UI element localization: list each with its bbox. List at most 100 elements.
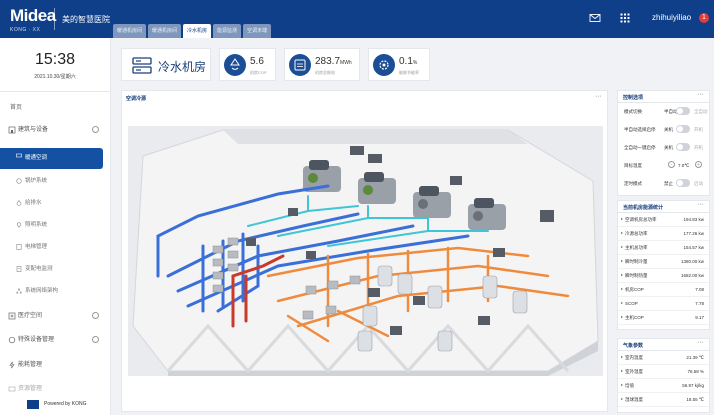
kpi-room-power: 283.7MWh 机房总耗电 [284, 48, 360, 81]
panel-title: 当前机房能源统计 [623, 205, 664, 211]
sidebar-item-boiler[interactable]: 锅炉系统 [0, 173, 111, 189]
timer-mode-row: 定时模式 禁止 启动 [624, 179, 703, 187]
boiler-icon [16, 178, 22, 184]
kpi-room-cop: 5.6 机房COP [219, 48, 276, 81]
clock-date: 2021.10.30/星期六 [34, 74, 76, 80]
energy-icon [9, 361, 15, 369]
decrease-button[interactable]: - [668, 161, 675, 168]
mode-switch-row: 模式切换 半自动 全自动 [624, 107, 708, 115]
sidebar-item-network[interactable]: 系统网络架构 [0, 283, 111, 299]
room-title-card: 冷水机房 [121, 48, 211, 81]
network-icon [16, 288, 22, 294]
control-panel: 控制选项 ··· 模式切换 半自动 全自动 半自动选择启停 关机 开机 全自动一… [617, 90, 710, 196]
panel-title: 控制选项 [623, 95, 644, 101]
kong-logo [27, 400, 39, 409]
weather-row: 焓值 56.97 kj/kg [618, 379, 709, 393]
clock-time: 15:38 [34, 51, 76, 68]
expand-icon[interactable] [92, 336, 99, 343]
more-icon[interactable]: ··· [595, 93, 602, 100]
clock-panel: 15:38 2021.10.30/星期六 [0, 38, 110, 92]
sidebar-item-water[interactable]: 给排水 [0, 195, 111, 211]
nav-home[interactable]: 首页 [10, 102, 22, 111]
sidebar-item-hvac[interactable]: 暖通空调 [0, 148, 103, 169]
brand-logo: Midea KONG · XX [10, 6, 56, 33]
kpi-saving-rate: 0.1% 能耗节能率 [368, 48, 430, 81]
more-icon[interactable]: ··· [697, 339, 704, 346]
mail-icon[interactable] [589, 12, 601, 24]
module-tabs: 暖通机房间 暖通机房间 冷水机房 能源监测 空调末端 [113, 24, 272, 38]
sidebar-item-power[interactable]: 变配电监测 [0, 261, 111, 277]
collapse-icon[interactable] [92, 126, 99, 133]
stat-row: 瞬时制冷量 1380.00 kw [618, 255, 709, 269]
tab-hvac-room-2[interactable]: 暖通机房间 [148, 24, 182, 38]
kpi-caption: 机房COP [250, 70, 267, 75]
semi-auto-row: 半自动选择启停 关机 开机 [624, 125, 703, 133]
semi-auto-toggle[interactable] [676, 125, 690, 133]
nav-energy[interactable]: 能耗管理 [0, 357, 111, 373]
resource-icon [8, 386, 16, 392]
full-auto-toggle[interactable] [676, 143, 690, 151]
tab-air-terminal[interactable]: 空调末端 [243, 24, 272, 38]
kpi-value: 0.1 [399, 56, 413, 67]
weather-panel: 气象参数 ··· 室内温度 21.39 ℃ 室外温度 76.58 % 焓值 56.97… [617, 338, 710, 413]
light-icon [16, 222, 22, 228]
kpi-value: 5.6 [250, 56, 264, 67]
energy-stats-panel: 当前机房能源统计 ··· 空调机房总功率 194.83 kw 冷源总功率 177.2… [617, 200, 710, 330]
hospital-name: 美的智慧医院 [62, 15, 110, 24]
stat-row: 主机COP 9.17 [618, 311, 709, 325]
full-auto-row: 全自动一键启停 关机 开机 [624, 143, 703, 151]
mode-toggle[interactable] [676, 107, 690, 115]
target-temp-value: 7.0℃ [678, 163, 690, 168]
nav-medical-space[interactable]: 医疗空间 [0, 308, 111, 324]
tab-hvac-room-1[interactable]: 暖通机房间 [113, 24, 147, 38]
increase-button[interactable]: + [695, 161, 702, 168]
more-icon[interactable]: ··· [697, 201, 704, 208]
nav-resource[interactable]: 资源管理 [0, 381, 111, 397]
chiller-scene-panel: 空调冷源 ··· [121, 90, 608, 412]
elevator-icon [16, 244, 22, 250]
server-rack-icon [132, 57, 152, 74]
room-title: 冷水机房 [158, 60, 207, 74]
sidebar-item-elevator[interactable]: 电梯管理 [0, 239, 111, 255]
expand-icon[interactable] [92, 312, 99, 319]
water-icon [16, 200, 22, 206]
building-icon [8, 126, 16, 134]
panel-title: 空调冷源 [126, 96, 147, 102]
nav-special-device[interactable]: 特殊设备管理 [0, 332, 111, 348]
panel-title: 气象参数 [623, 343, 644, 349]
logo-divider [54, 8, 55, 30]
recycle-icon [224, 54, 246, 76]
kpi-caption: 能耗节能率 [399, 70, 419, 75]
chiller-room-3d-view[interactable] [128, 126, 603, 376]
gear-icon [373, 54, 395, 76]
timer-toggle[interactable] [676, 179, 690, 187]
tab-chiller-room[interactable]: 冷水机房 [183, 24, 212, 38]
hvac-icon [16, 153, 22, 158]
stat-row: 机房COP 7.08 [618, 283, 709, 297]
sidebar-item-lighting[interactable]: 照明系统 [0, 217, 111, 233]
stat-row: 主机总功率 154.57 kw [618, 241, 709, 255]
more-icon[interactable]: ··· [697, 91, 704, 98]
nav-building-equipment[interactable]: 建筑与设备 [0, 122, 111, 138]
top-header: Midea KONG · XX 美的智慧医院 暖通机房间 暖通机房间 冷水机房 … [0, 0, 714, 38]
stat-row: SCOP 7.78 [618, 297, 709, 311]
tab-energy-monitor[interactable]: 能源监测 [213, 24, 242, 38]
notification-badge[interactable]: 1 [699, 13, 709, 23]
stat-row: 冷源总功率 177.26 kw [618, 227, 709, 241]
stat-row: 瞬时制热量 1682.00 kw [618, 269, 709, 283]
user-name[interactable]: zhihuiyiliao [652, 13, 691, 22]
special-device-icon [8, 336, 16, 344]
target-temp-row: 目标温度 - 7.0℃ + [618, 157, 709, 175]
weather-row: 湿球温度 18.55 ℃ [618, 393, 709, 407]
weather-row: 室内温度 21.39 ℃ [618, 351, 709, 365]
kpi-value: 283.7 [315, 56, 341, 67]
power-icon [16, 266, 22, 272]
back-wall [223, 130, 528, 144]
apps-grid-icon[interactable] [619, 12, 631, 24]
stat-row: 空调机房总功率 194.83 kw [618, 213, 709, 227]
weather-row: 室外温度 76.58 % [618, 365, 709, 379]
left-sidebar: 15:38 2021.10.30/星期六 首页 建筑与设备 暖通空调 锅炉系统 … [0, 38, 111, 415]
kpi-caption: 机房总耗电 [315, 70, 335, 75]
powered-by: Powered by KONG [44, 401, 87, 407]
medical-space-icon [8, 312, 16, 320]
